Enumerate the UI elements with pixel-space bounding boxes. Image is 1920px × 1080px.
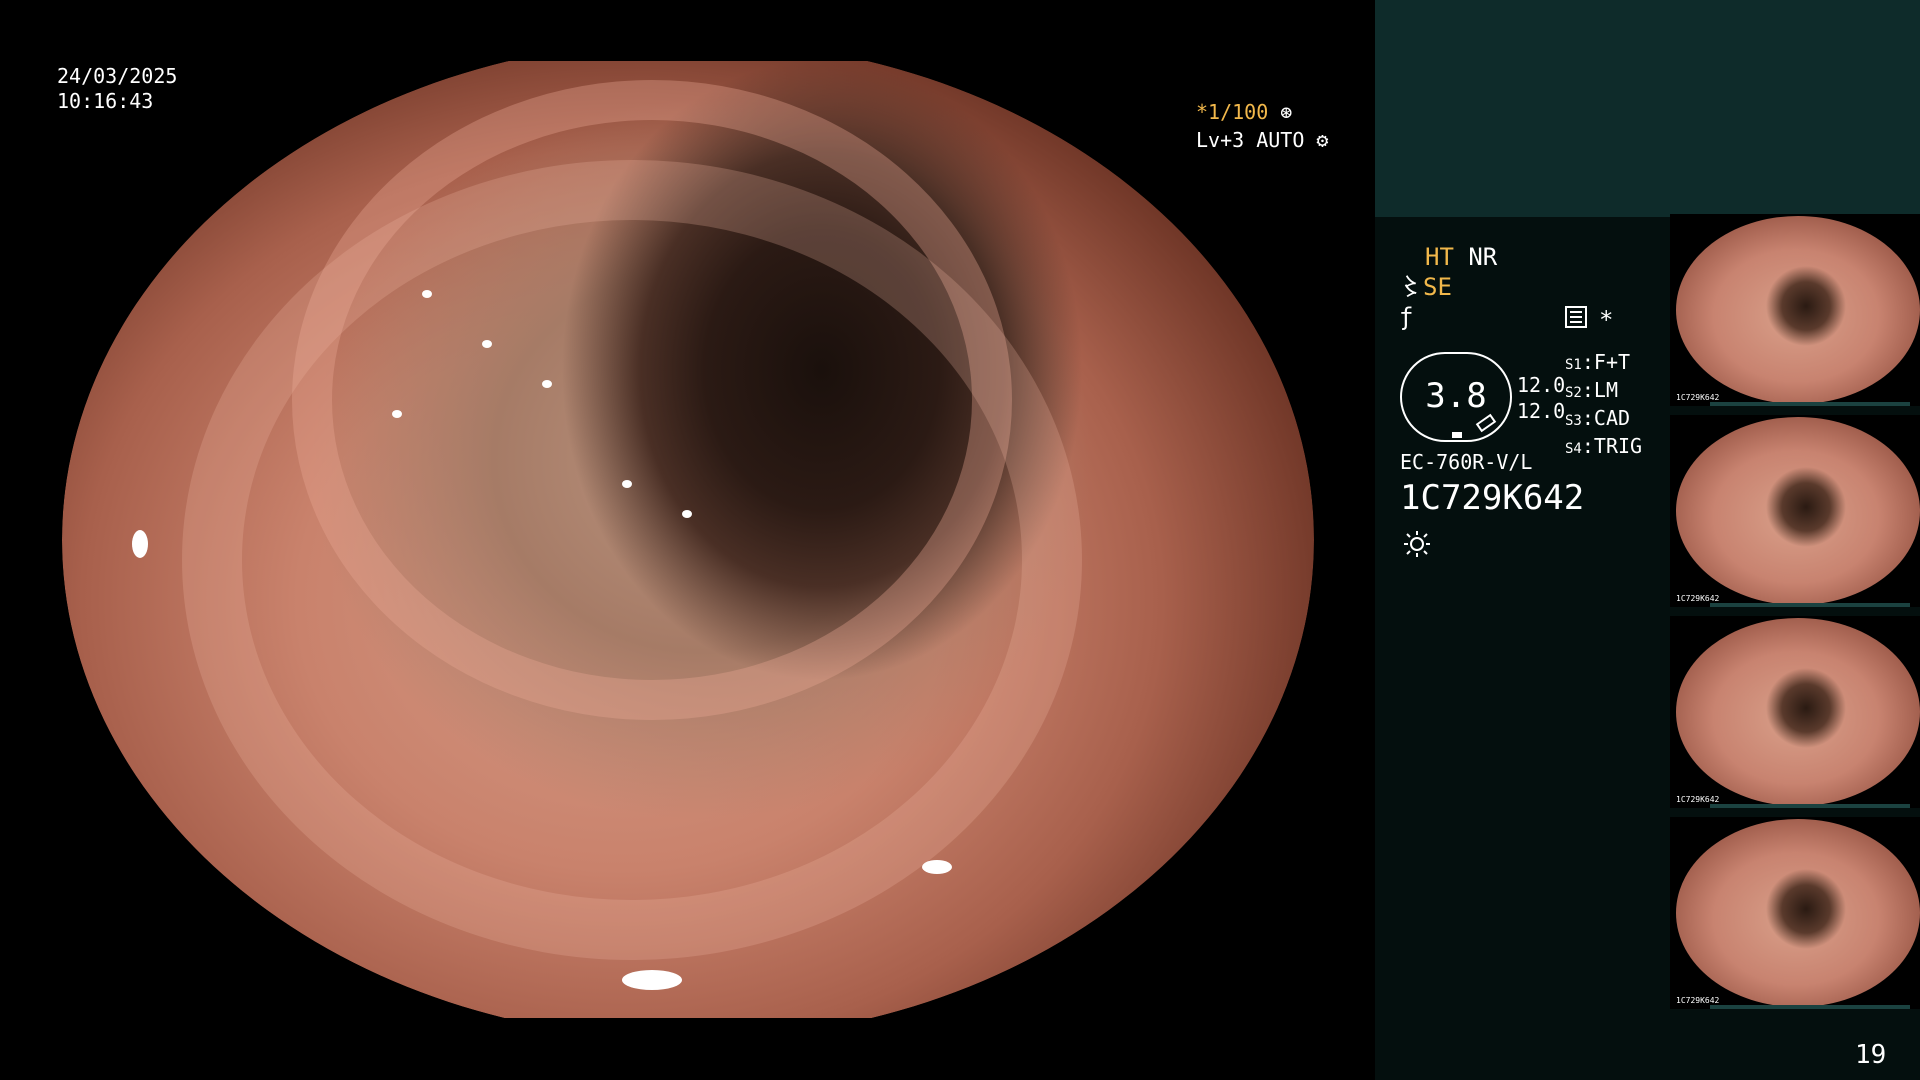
time-text: 10:16:43 — [57, 89, 154, 113]
page-number: 19 — [1855, 1040, 1887, 1070]
thumbnail-label: 1C729K642 — [1676, 393, 1720, 402]
aperture-icon: ⊛ — [1280, 100, 1293, 124]
enhance-icon: ƒ — [1399, 303, 1414, 331]
gauge-value: 3.8 — [1425, 376, 1487, 416]
date-text: 24/03/2025 — [57, 64, 178, 88]
processing-settings: HT NR 〻SE ƒ — [1399, 242, 1497, 332]
thumbnail-label: 1C729K642 — [1676, 996, 1720, 1005]
bottom-band — [0, 1018, 1375, 1080]
ht-label: HT — [1425, 243, 1454, 271]
slot-item: S2:LM — [1565, 378, 1618, 402]
thumbnail-image — [1676, 417, 1920, 605]
slot-item: S4:TRIG — [1565, 434, 1643, 458]
scope-vignette — [62, 40, 1314, 1040]
structure-icon: 〻 — [1399, 273, 1423, 301]
value-top: 12.0 — [1517, 373, 1566, 397]
panel-header — [1375, 0, 1920, 217]
memo-icon — [1565, 306, 1587, 328]
capture-thumbnail[interactable]: 1C729K642 — [1670, 616, 1920, 808]
thumbnail-label: 1C729K642 — [1676, 795, 1720, 804]
shutter-text: *1/100 — [1196, 100, 1269, 124]
slot-item: S3:CAD — [1565, 406, 1631, 430]
value-bottom: 12.0 — [1517, 399, 1566, 423]
date-time: 24/03/2025 10:16:43 — [57, 64, 177, 114]
gauge-values: 12.0 12.0 — [1517, 372, 1565, 424]
thumbnail-bar — [1710, 603, 1910, 607]
thumbnail-image — [1676, 819, 1920, 1007]
top-band — [0, 0, 1375, 61]
thumbnail-image — [1676, 618, 1920, 806]
switch-slots: S1:F+T S2:LM S3:CAD S4:TRIG — [1565, 350, 1642, 462]
exposure-status: *1/100 ⊛ Lv+3 AUTO ⚙ — [1196, 98, 1328, 154]
zoom-gauge: 3.8 — [1400, 352, 1512, 442]
scope-model: EC-760R-V/L — [1400, 450, 1533, 474]
gear-icon: ⚙ — [1316, 128, 1329, 152]
thumbnail-image — [1676, 216, 1920, 404]
level-text: Lv+3 AUTO — [1196, 128, 1305, 152]
slot-item: S1:F+T — [1565, 350, 1631, 374]
thumbnail-bar — [1710, 402, 1910, 406]
star-marker: * — [1599, 306, 1614, 334]
capture-thumbnail[interactable]: 1C729K642 — [1670, 817, 1920, 1009]
capture-thumbnail[interactable]: 1C729K642 — [1670, 415, 1920, 607]
thumbnail-bar — [1710, 804, 1910, 808]
nr-label: NR — [1468, 243, 1498, 271]
sun-icon — [1404, 531, 1430, 557]
gauge-marker — [1452, 432, 1462, 438]
scope-serial: 1C729K642 — [1400, 478, 1585, 518]
gauge-needle-icon — [1475, 413, 1497, 433]
thumbnail-label: 1C729K642 — [1676, 594, 1720, 603]
endoscopy-view: 24/03/2025 10:16:43 *1/100 ⊛ Lv+3 AUTO ⚙ — [0, 0, 1375, 1080]
thumbnail-bar — [1710, 1005, 1910, 1009]
se-label: SE — [1423, 273, 1452, 301]
capture-thumbnail[interactable]: 1C729K642 — [1670, 214, 1920, 406]
